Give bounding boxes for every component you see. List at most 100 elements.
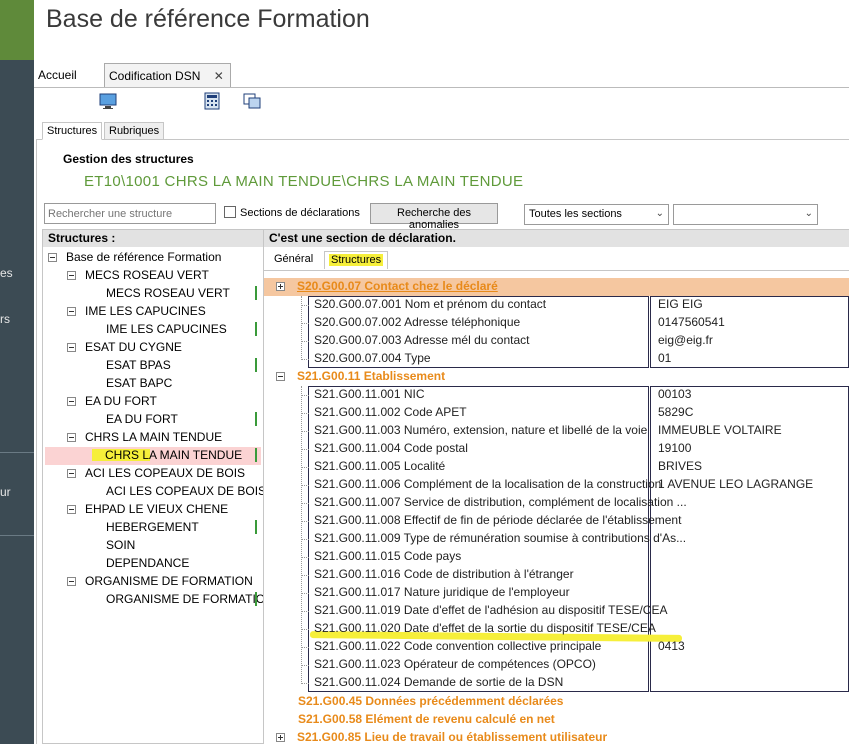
field-label: S21.G00.11.006 Complément de la localisa… [314, 477, 662, 491]
field-label: S21.G00.11.019 Date d'effet de l'adhésio… [314, 603, 668, 617]
checkbox-label: Sections de déclarations [240, 207, 360, 219]
field-value[interactable]: 1 AVENUE LEO LAGRANGE [658, 476, 813, 494]
tree-leaf[interactable]: ACI LES COPEAUX DE BOIS [106, 483, 263, 501]
sections-declarations-checkbox[interactable]: Sections de déclarations [224, 206, 360, 219]
section-label: S21.G00.85 Lieu de travail ou établissem… [297, 730, 608, 744]
tree-connector [301, 305, 309, 306]
tree-connector [301, 359, 309, 360]
sections-select-value: Toutes les sections [529, 208, 622, 220]
collapse-icon[interactable] [67, 577, 76, 586]
tree-leaf[interactable]: EA DU FORT [106, 411, 261, 429]
field-value[interactable]: EIG EIG [658, 296, 703, 314]
tree-leaf-label: HEBERGEMENT [106, 520, 199, 534]
collapse-icon[interactable] [67, 505, 76, 514]
collapse-icon[interactable] [276, 282, 285, 291]
section-header[interactable]: S21.G00.85 Lieu de travail ou établissem… [276, 729, 607, 744]
left-rail: es rs ur [0, 0, 34, 744]
field-label: S21.G00.11.003 Numéro, extension, nature… [314, 423, 648, 437]
expand-icon[interactable] [276, 733, 285, 742]
monitor-icon[interactable] [98, 92, 118, 110]
tree-connector [301, 539, 309, 540]
field-value[interactable]: 01 [658, 350, 671, 368]
collapse-icon[interactable] [276, 372, 285, 381]
tree-leaf[interactable]: SOIN [106, 537, 135, 555]
tree-connector [301, 323, 309, 324]
tree-group[interactable]: EA DU FORT [67, 393, 157, 411]
tree-root-label: Base de référence Formation [66, 250, 222, 264]
tree-leaf-selected[interactable]: CHRS LA MAIN TENDUE [45, 447, 261, 465]
field-value[interactable]: eig@eig.fr [658, 332, 713, 350]
copy-screen-icon[interactable] [242, 92, 262, 110]
rail-divider [0, 535, 34, 536]
tree-connector [301, 593, 309, 594]
field-value[interactable]: 0147560541 [658, 314, 725, 332]
tree-leaf-label: ESAT BAPC [106, 376, 173, 390]
tree-leaf[interactable]: MECS ROSEAU VERT [106, 285, 261, 303]
section-header[interactable]: S21.G00.58 Elément de revenu calculé en … [276, 711, 555, 729]
tree-group[interactable]: MECS ROSEAU VERT [67, 267, 209, 285]
tree-group[interactable]: ORGANISME DE FORMATION [67, 573, 253, 591]
subtab-rubriques[interactable]: Rubriques [104, 122, 165, 140]
tree-group[interactable]: CHRS LA MAIN TENDUE [67, 429, 222, 447]
close-icon[interactable]: ✕ [214, 69, 224, 83]
checkbox-box[interactable] [224, 206, 236, 218]
rail-text-fragment[interactable]: rs [0, 312, 10, 326]
field-label: S21.G00.11.024 Demande de sortie de la D… [314, 675, 564, 689]
tab-structures-label: Structures [329, 254, 384, 266]
field-label: S21.G00.11.017 Nature juridique de l'emp… [314, 585, 570, 599]
field-label: S21.G00.11.005 Localité [314, 459, 446, 473]
field-value[interactable]: 19100 [658, 440, 691, 458]
tree-leaf[interactable]: ESAT BPAS [106, 357, 261, 375]
tree-root[interactable]: Base de référence Formation [48, 249, 221, 267]
subtab-structures[interactable]: Structures [42, 122, 103, 140]
calculator-icon[interactable] [202, 92, 222, 110]
field-value[interactable]: 00103 [658, 386, 691, 404]
section-header[interactable]: S21.G00.11 Etablissement [276, 368, 445, 386]
collapse-icon[interactable] [67, 343, 76, 352]
collapse-icon[interactable] [67, 397, 76, 406]
collapse-icon[interactable] [67, 307, 76, 316]
secondary-select[interactable]: ⌄ [673, 204, 818, 225]
tree-leaf-label: ESAT BPAS [106, 358, 171, 372]
tree-group[interactable]: EHPAD LE VIEUX CHENE [67, 501, 228, 519]
tab-accueil[interactable]: Accueil [38, 68, 77, 82]
collapse-icon[interactable] [67, 469, 76, 478]
field-value[interactable]: 5829C [658, 404, 693, 422]
search-anomalies-button[interactable]: Recherche des anomalies [370, 203, 498, 231]
rail-text-fragment[interactable]: ur [0, 485, 11, 499]
tree-leaf[interactable]: DEPENDANCE [106, 555, 189, 573]
field-value[interactable]: 0413 [658, 638, 685, 656]
app-title: Base de référence Formation [46, 5, 370, 33]
field-label: S21.G00.11.016 Code de distribution à l'… [314, 567, 574, 581]
field-value[interactable]: BRIVES [658, 458, 702, 476]
section-header[interactable]: S21.G00.45 Données précédemment déclarée… [276, 693, 563, 711]
field-value[interactable]: IMMEUBLE VOLTAIRE [658, 422, 782, 440]
tree-group-label: ORGANISME DE FORMATION [85, 574, 253, 588]
tree-group-label: EHPAD LE VIEUX CHENE [85, 502, 229, 516]
declaration-detail: C'est une section de déclaration. Généra… [264, 229, 849, 744]
sections-select[interactable]: Toutes les sections ⌄ [524, 204, 669, 225]
structures-tree: Structures : Base de référence Formation… [42, 229, 264, 744]
collapse-icon[interactable] [48, 253, 57, 262]
collapse-icon[interactable] [67, 271, 76, 280]
tree-group[interactable]: ESAT DU CYGNE [67, 339, 182, 357]
tree-leaf[interactable]: HEBERGEMENT [106, 519, 261, 537]
tab-structures[interactable]: Structures [324, 251, 389, 269]
section-header[interactable]: S20.G00.07 Contact chez le déclaré [264, 278, 849, 296]
tree-leaf[interactable]: ESAT BAPC [106, 375, 172, 393]
rail-text-fragment[interactable]: es [0, 266, 13, 280]
tab-codification-dsn[interactable]: Codification DSN ✕ [104, 63, 231, 87]
tree-leaf[interactable]: ORGANISME DE FORMATION [106, 591, 263, 609]
status-marker [255, 592, 257, 606]
tab-bar: Accueil Codification DSN ✕ [34, 62, 849, 88]
structure-search-input[interactable] [44, 203, 216, 224]
field-label: S21.G00.11.002 Code APET [314, 405, 467, 419]
tree-leaf[interactable]: IME LES CAPUCINES [106, 321, 261, 339]
tree-connector [301, 431, 309, 432]
tree-group[interactable]: ACI LES COPEAUX DE BOIS [67, 465, 245, 483]
rail-logo-area [0, 0, 34, 60]
section-label: S21.G00.11 Etablissement [297, 369, 446, 383]
tab-general[interactable]: Général [270, 251, 317, 269]
tree-group[interactable]: IME LES CAPUCINES [67, 303, 206, 321]
collapse-icon[interactable] [67, 433, 76, 442]
